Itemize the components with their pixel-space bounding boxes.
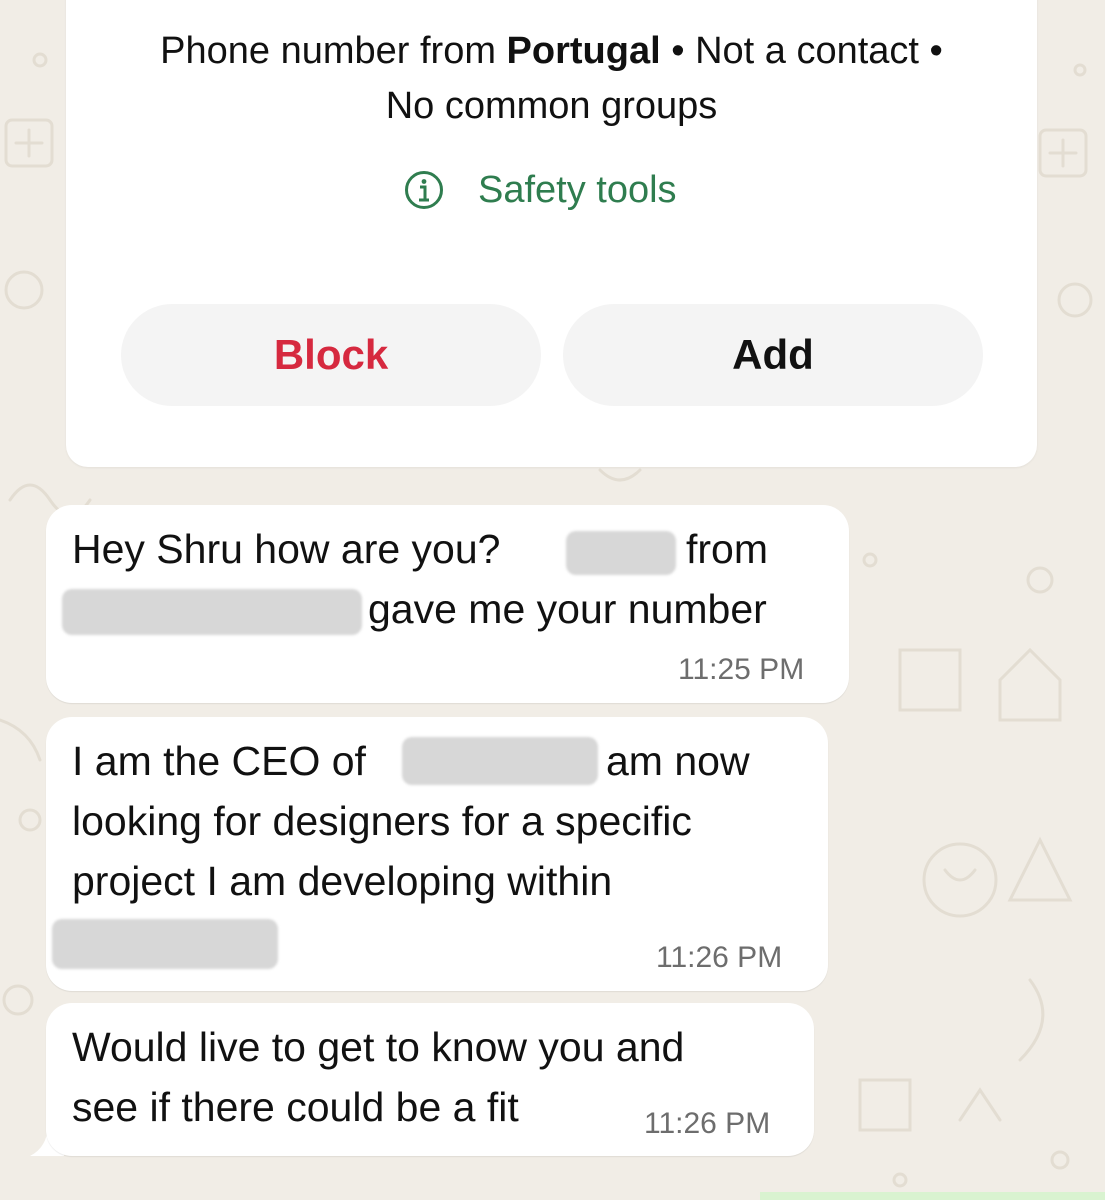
message-line: Would live to get to know you and — [72, 1024, 685, 1070]
message-timestamp: 11:26 PM — [644, 1107, 771, 1140]
message-line: am now — [606, 738, 750, 784]
block-button[interactable]: Block — [121, 304, 541, 406]
message-line: project I am developing within — [72, 858, 613, 904]
safety-tools-label: Safety tools — [478, 168, 677, 211]
add-contact-button[interactable]: Add — [563, 304, 983, 406]
message-bubble[interactable]: Hey Shru how are you? from gave me your … — [46, 505, 849, 703]
origin-suffix: • Not a contact • — [660, 30, 943, 72]
outgoing-bubble-edge — [760, 1192, 1105, 1200]
message-timestamp: 11:25 PM — [678, 653, 805, 686]
redacted-text — [62, 589, 362, 635]
info-icon — [405, 171, 443, 209]
common-groups-line: No common groups — [385, 85, 718, 127]
redacted-text — [402, 737, 598, 785]
contact-info-card: Phone number from Portugal • Not a conta… — [66, 0, 1037, 467]
contact-origin-line: Phone number from Portugal • Not a conta… — [66, 28, 1037, 74]
safety-tools-link[interactable]: Safety tools — [404, 166, 677, 214]
origin-prefix: Phone number from — [160, 30, 507, 72]
message-bubble[interactable]: Would live to get to know you and see if… — [46, 1003, 814, 1156]
message-line: gave me your number — [368, 586, 767, 632]
message-line: see if there could be a fit — [72, 1084, 519, 1130]
redacted-text — [566, 531, 676, 575]
message-bubble[interactable]: I am the CEO of am now looking for desig… — [46, 717, 828, 991]
message-line: from — [686, 526, 768, 572]
message-line: looking for designers for a specific — [72, 798, 692, 844]
origin-country: Portugal — [506, 30, 661, 72]
message-timestamp: 11:26 PM — [656, 941, 783, 974]
message-line: I am the CEO of — [72, 738, 366, 784]
redacted-text — [52, 919, 278, 969]
message-line: Hey Shru how are you? — [72, 526, 501, 572]
